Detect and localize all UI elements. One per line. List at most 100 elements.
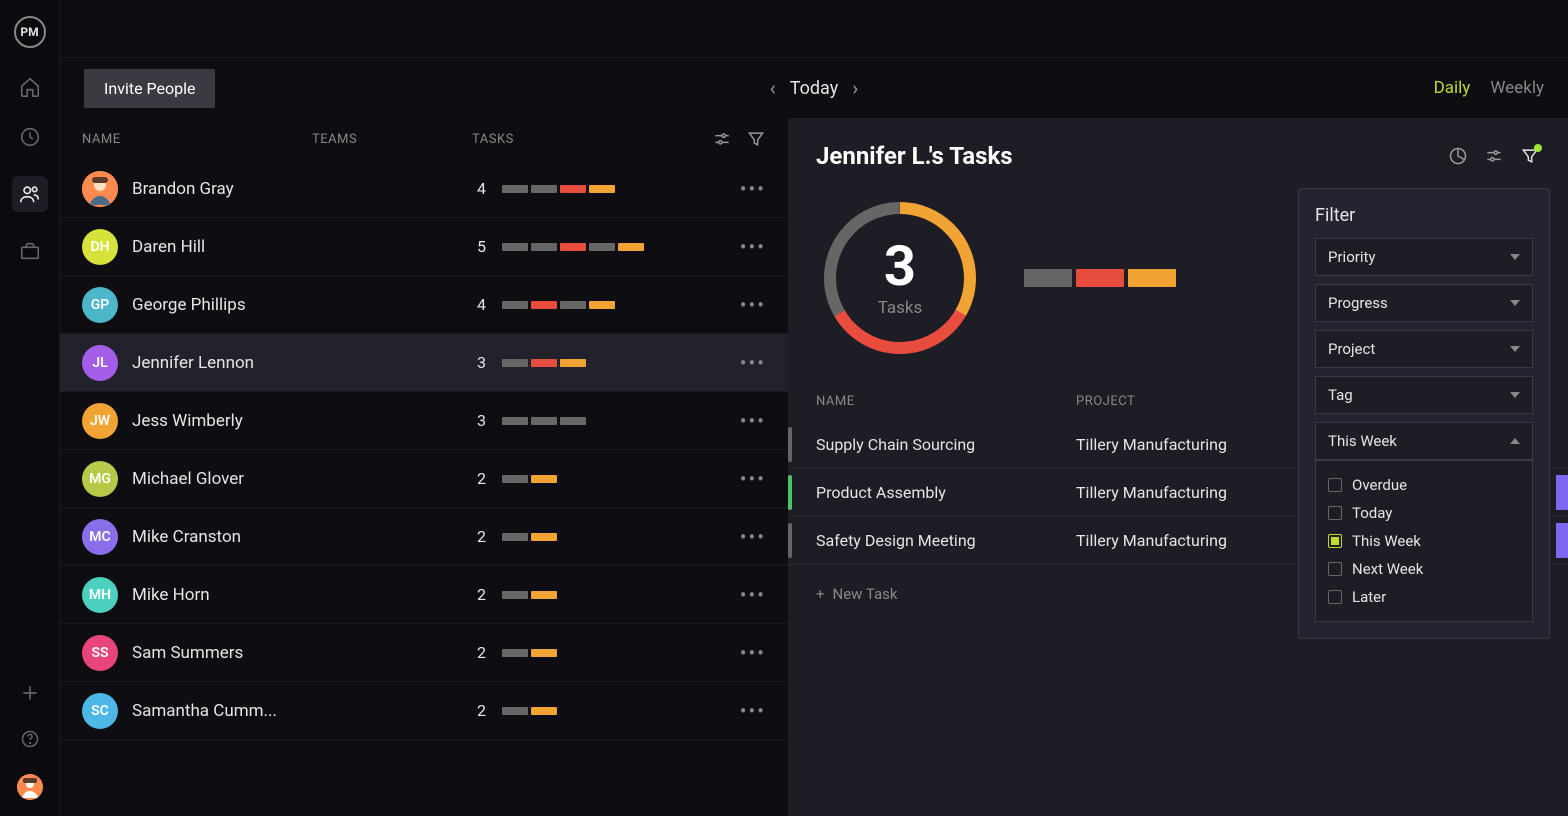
app-logo[interactable]: PM bbox=[14, 16, 46, 48]
task-name: Safety Design Meeting bbox=[816, 531, 1076, 550]
filter-option-label: This Week bbox=[1352, 532, 1421, 550]
person-row[interactable]: JLJennifer Lennon3••• bbox=[60, 334, 788, 392]
filter-option[interactable]: Today bbox=[1326, 499, 1522, 527]
filter-select-progress[interactable]: Progress bbox=[1315, 284, 1533, 322]
next-chevron-icon[interactable]: › bbox=[852, 76, 858, 100]
daily-view-tab[interactable]: Daily bbox=[1434, 78, 1471, 98]
task-bar bbox=[618, 243, 644, 251]
tasks-cell: 2 bbox=[472, 527, 740, 546]
task-bar bbox=[502, 301, 528, 309]
filter-option[interactable]: This Week bbox=[1326, 527, 1522, 555]
task-bar bbox=[502, 707, 528, 715]
person-row[interactable]: Brandon Gray4••• bbox=[60, 160, 788, 218]
prev-chevron-icon[interactable]: ‹ bbox=[770, 76, 776, 100]
user-avatar[interactable] bbox=[17, 774, 43, 800]
task-bars bbox=[502, 185, 615, 193]
filter-option[interactable]: Next Week bbox=[1326, 555, 1522, 583]
more-icon[interactable]: ••• bbox=[740, 583, 766, 607]
task-bar bbox=[589, 301, 615, 309]
filter-option[interactable]: Later bbox=[1326, 583, 1522, 611]
clock-icon[interactable] bbox=[19, 126, 41, 148]
more-icon[interactable]: ••• bbox=[740, 177, 766, 201]
col-header-name: NAME bbox=[82, 132, 312, 147]
filter-funnel-icon[interactable] bbox=[746, 129, 766, 149]
filter-option-label: Later bbox=[1352, 588, 1386, 606]
task-bar bbox=[531, 707, 557, 715]
person-row[interactable]: SSSam Summers2••• bbox=[60, 624, 788, 682]
more-icon[interactable]: ••• bbox=[740, 351, 766, 375]
more-icon[interactable]: ••• bbox=[740, 525, 766, 549]
plus-icon: + bbox=[816, 585, 825, 603]
task-count: 3 bbox=[472, 411, 486, 430]
summary-bar bbox=[1128, 269, 1176, 287]
task-bars bbox=[502, 649, 557, 657]
task-count: 2 bbox=[472, 469, 486, 488]
task-right-indicator bbox=[1556, 523, 1568, 558]
more-icon[interactable]: ••• bbox=[740, 293, 766, 317]
task-bar bbox=[531, 185, 557, 193]
detail-filter-funnel-icon[interactable] bbox=[1520, 146, 1540, 166]
topbar bbox=[60, 0, 1568, 58]
more-icon[interactable]: ••• bbox=[740, 235, 766, 259]
pie-chart-icon[interactable] bbox=[1448, 146, 1468, 166]
briefcase-icon[interactable] bbox=[19, 240, 41, 262]
filter-time-select[interactable]: This Week bbox=[1315, 422, 1533, 460]
people-icon[interactable] bbox=[12, 176, 48, 212]
help-icon[interactable] bbox=[19, 728, 41, 750]
filter-options: Overdue Today This Week Next Week Later bbox=[1315, 460, 1533, 622]
filter-select-tag[interactable]: Tag bbox=[1315, 376, 1533, 414]
task-bar bbox=[560, 243, 586, 251]
checkbox[interactable] bbox=[1328, 478, 1342, 492]
date-navigator: ‹ Today › bbox=[770, 76, 859, 100]
person-row[interactable]: SCSamantha Cumm...2••• bbox=[60, 682, 788, 740]
person-row[interactable]: MGMichael Glover2••• bbox=[60, 450, 788, 508]
person-row[interactable]: MCMike Cranston2••• bbox=[60, 508, 788, 566]
task-bar bbox=[502, 417, 528, 425]
task-name: Supply Chain Sourcing bbox=[816, 435, 1076, 454]
checkbox[interactable] bbox=[1328, 506, 1342, 520]
more-icon[interactable]: ••• bbox=[740, 409, 766, 433]
more-icon[interactable]: ••• bbox=[740, 467, 766, 491]
person-row[interactable]: MHMike Horn2••• bbox=[60, 566, 788, 624]
person-name: Jennifer Lennon bbox=[132, 353, 312, 373]
task-bars bbox=[502, 475, 557, 483]
task-count: 2 bbox=[472, 527, 486, 546]
task-bars bbox=[502, 417, 586, 425]
task-bar bbox=[560, 301, 586, 309]
summary-bar bbox=[1076, 269, 1124, 287]
task-bars bbox=[502, 243, 644, 251]
invite-people-button[interactable]: Invite People bbox=[84, 69, 215, 108]
person-row[interactable]: JWJess Wimberly3••• bbox=[60, 392, 788, 450]
more-icon[interactable]: ••• bbox=[740, 641, 766, 665]
weekly-view-tab[interactable]: Weekly bbox=[1490, 78, 1544, 98]
sidebar-bottom bbox=[17, 682, 43, 800]
filter-select-priority[interactable]: Priority bbox=[1315, 238, 1533, 276]
task-bar bbox=[589, 243, 615, 251]
person-row[interactable]: DHDaren Hill5••• bbox=[60, 218, 788, 276]
plus-icon[interactable] bbox=[19, 682, 41, 704]
task-bar bbox=[502, 533, 528, 541]
avatar: JL bbox=[82, 345, 118, 381]
sliders-icon[interactable] bbox=[712, 129, 732, 149]
filter-select-project[interactable]: Project bbox=[1315, 330, 1533, 368]
task-name: Product Assembly bbox=[816, 483, 1076, 502]
chevron-up-icon bbox=[1510, 438, 1520, 444]
more-icon[interactable]: ••• bbox=[740, 699, 766, 723]
new-task-label: New Task bbox=[833, 585, 898, 603]
task-bars bbox=[502, 591, 557, 599]
chevron-down-icon bbox=[1510, 254, 1520, 260]
col-header-tasks: TASKS bbox=[472, 132, 712, 147]
summary-bar bbox=[1024, 269, 1072, 287]
filter-option-label: Overdue bbox=[1352, 476, 1407, 494]
detail-sliders-icon[interactable] bbox=[1484, 146, 1504, 166]
task-bar bbox=[502, 591, 528, 599]
tasks-cell: 5 bbox=[472, 237, 740, 256]
checkbox[interactable] bbox=[1328, 534, 1342, 548]
filter-option[interactable]: Overdue bbox=[1326, 471, 1522, 499]
task-bar bbox=[502, 359, 528, 367]
checkbox[interactable] bbox=[1328, 562, 1342, 576]
home-icon[interactable] bbox=[19, 76, 41, 98]
checkbox[interactable] bbox=[1328, 590, 1342, 604]
person-row[interactable]: GPGeorge Phillips4••• bbox=[60, 276, 788, 334]
tasks-cell: 2 bbox=[472, 643, 740, 662]
